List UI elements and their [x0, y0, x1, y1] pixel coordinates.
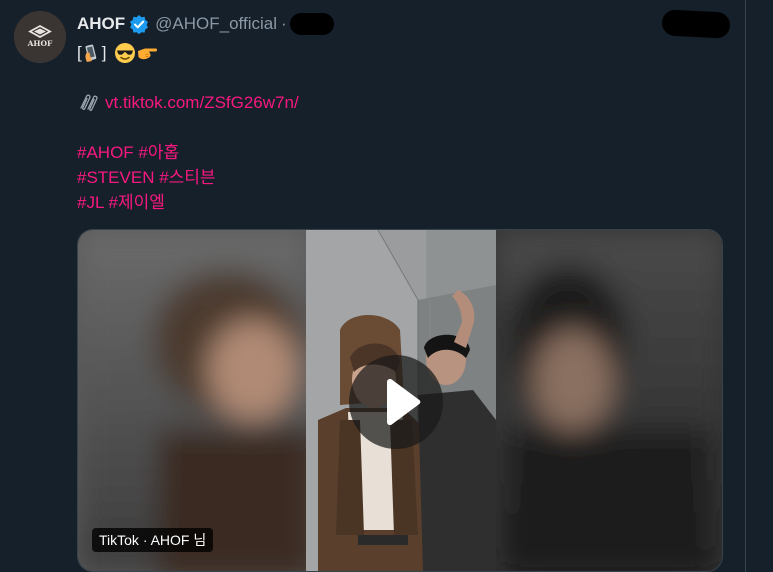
link-line: vt.tiktok.com/ZSfG26w7n/	[77, 90, 727, 115]
bracket-open: [	[77, 43, 82, 62]
display-name[interactable]: AHOF	[77, 14, 125, 34]
redaction-mark-right	[661, 9, 731, 39]
phone-emoji	[83, 43, 101, 63]
verified-badge-icon	[129, 14, 149, 35]
blurred-right-panel	[496, 230, 722, 571]
blurred-left-panel	[78, 230, 318, 571]
avatar[interactable]: AHOF	[14, 11, 66, 63]
media-source-badge: TikTok · AHOF 님	[92, 528, 214, 552]
play-icon	[387, 378, 421, 426]
play-button[interactable]	[349, 355, 443, 449]
bracket-close: ]	[101, 43, 107, 62]
separator-dot: ·	[281, 14, 287, 33]
hashtags-line-3[interactable]: #JL #제이엘	[77, 190, 165, 215]
hashtags-line-2[interactable]: #STEVEN #스티븐	[77, 165, 216, 190]
tweet-text: [ ] vt.tiktok.com/ZSfG26w7n/ #AHOF #아홉 #…	[77, 40, 727, 215]
emoji-line: [ ]	[77, 40, 727, 65]
video-media-card[interactable]: TikTok · AHOF 님	[77, 229, 723, 572]
redaction-mark	[289, 13, 334, 35]
tiktok-link[interactable]: vt.tiktok.com/ZSfG26w7n/	[105, 90, 299, 115]
timeline-divider	[745, 0, 746, 572]
tweet-header: AHOF @AHOF_official ·	[77, 13, 334, 35]
sunglasses-face-emoji	[114, 42, 136, 64]
avatar-text: AHOF	[27, 39, 53, 48]
hashtags-line-1[interactable]: #AHOF #아홉	[77, 140, 179, 165]
handle[interactable]: @AHOF_official	[155, 14, 277, 34]
pointing-right-emoji	[136, 42, 158, 64]
paperclip-icon	[77, 93, 99, 113]
